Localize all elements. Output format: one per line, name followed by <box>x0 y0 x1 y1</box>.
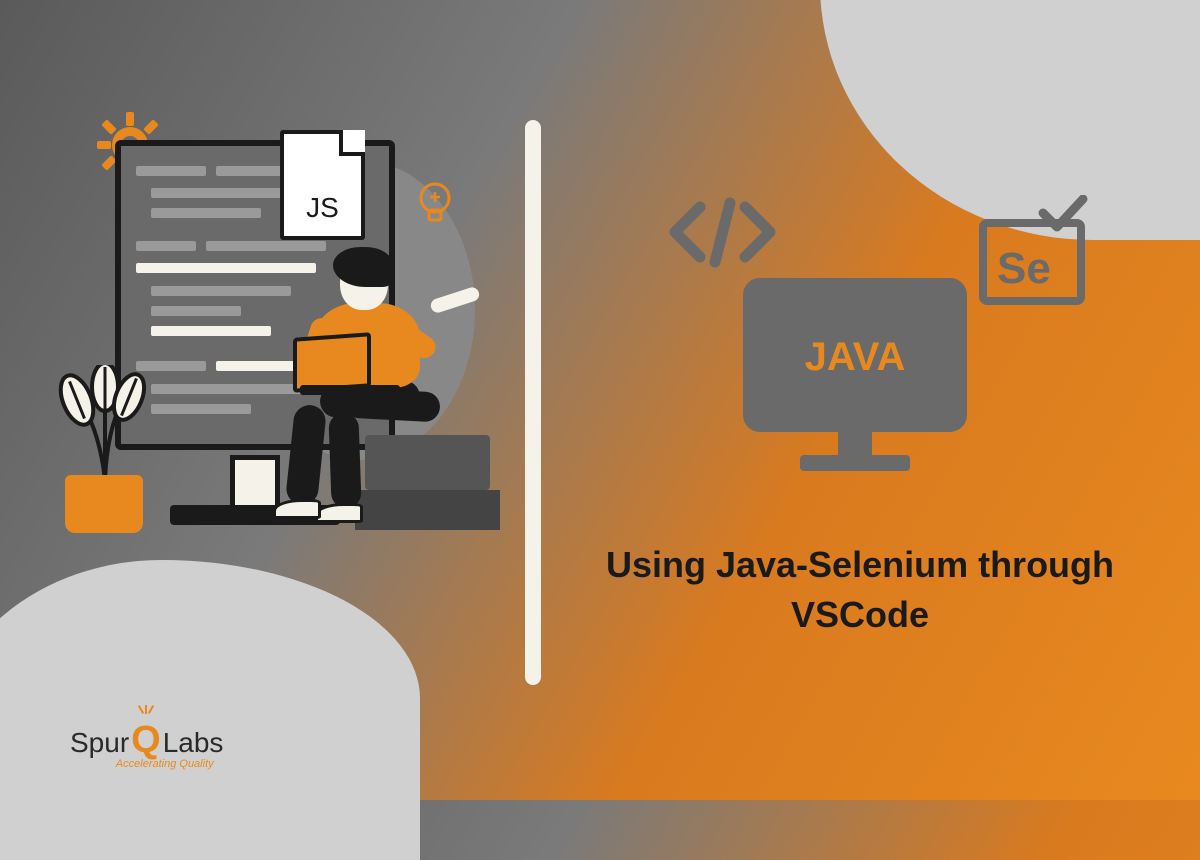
vertical-divider <box>525 120 541 685</box>
js-file-label: JS <box>284 192 361 224</box>
spurqlabs-logo: Spur Q Labs Accelerating Quality <box>70 719 223 770</box>
logo-suffix: Labs <box>163 727 224 759</box>
selenium-icon: Se <box>975 195 1090 310</box>
monitor-stand <box>230 455 280 510</box>
bench-seat <box>365 435 490 490</box>
plant-illustration <box>55 365 155 485</box>
java-monitor-label: JAVA <box>805 335 906 379</box>
developer-illustration: JS <box>55 100 475 580</box>
js-file-icon: JS <box>280 130 365 240</box>
logo-sparks-icon <box>140 705 152 714</box>
logo-prefix: Spur <box>70 727 129 759</box>
logo-accent-letter: Q <box>131 719 161 762</box>
code-brackets-icon <box>665 195 780 270</box>
page-title: Using Java-Selenium through VSCode <box>570 540 1150 641</box>
decorative-blob-bottom-left <box>0 560 420 860</box>
lightbulb-icon <box>415 180 455 230</box>
selenium-label: Se <box>997 244 1051 293</box>
plant-pot <box>65 475 143 533</box>
java-monitor-icon: JAVA <box>740 275 970 485</box>
bench-base <box>355 490 500 530</box>
